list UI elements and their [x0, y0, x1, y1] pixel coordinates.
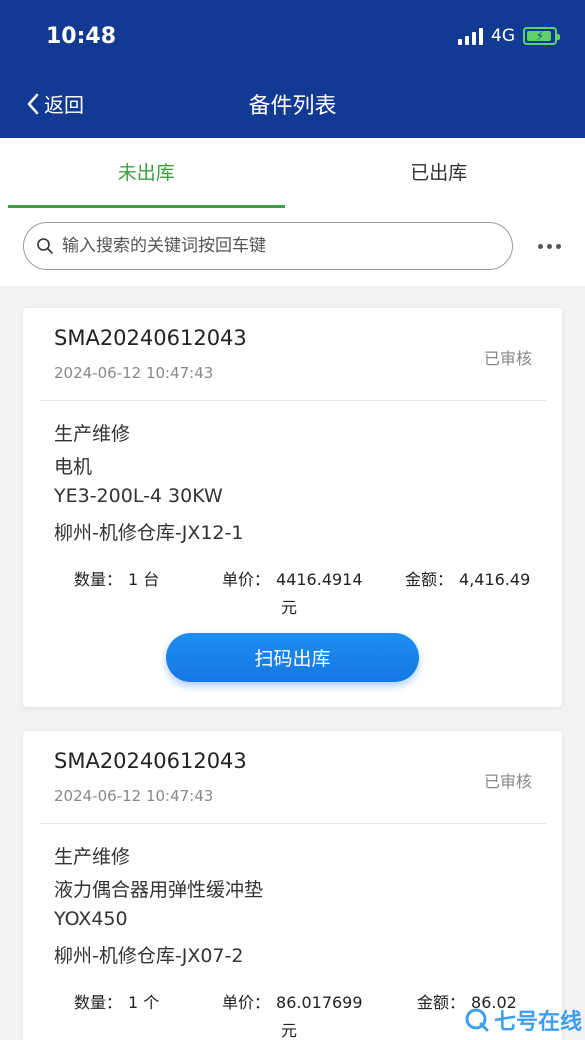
price-unit: 元: [281, 1021, 298, 1040]
search-icon: [37, 238, 53, 254]
order-number: SMA20240612043: [54, 749, 247, 773]
item-name: 液力偶合器用弹性缓冲垫: [54, 879, 264, 901]
item-spec: YOX450: [54, 908, 128, 930]
tab-not-shipped[interactable]: 未出库: [0, 138, 293, 210]
unit-price: 单价： 86.017699: [222, 993, 363, 1012]
item-location: 柳州-机修仓库-JX12-1: [54, 522, 244, 544]
purpose-text: 生产维修: [54, 846, 131, 868]
tab-bar: 未出库 已出库: [0, 138, 585, 210]
item-name: 电机: [54, 456, 93, 478]
search-bar: [0, 210, 585, 286]
order-date: 2024-06-12 10:47:43: [54, 787, 214, 805]
status-time: 10:48: [46, 24, 117, 49]
divider: [39, 823, 546, 824]
unit-price: 单价： 4416.4914: [222, 570, 363, 589]
watermark-logo-icon: [465, 1008, 489, 1032]
amount: 金额： 4,416.49: [405, 570, 531, 589]
search-input[interactable]: [62, 236, 512, 256]
item-spec: YE3-200L-4 30KW: [54, 485, 223, 507]
item-location: 柳州-机修仓库-JX07-2: [54, 945, 244, 967]
quantity: 数量： 1 台: [74, 570, 160, 589]
status-badge: 已审核: [483, 772, 532, 791]
network-type: 4G: [491, 26, 515, 46]
watermark-text: 七号在线: [493, 1010, 582, 1035]
search-box[interactable]: [23, 222, 513, 270]
status-icons: 4G ⚡: [458, 26, 560, 46]
status-badge: 已审核: [483, 349, 532, 368]
cellular-signal-icon: [458, 27, 483, 45]
watermark: 七号在线: [464, 1004, 582, 1036]
purpose-text: 生产维修: [54, 423, 131, 445]
page-title: 备件列表: [248, 94, 337, 119]
order-card[interactable]: SMA20240612043 2024-06-12 10:47:43 已审核 生…: [23, 731, 562, 1040]
scan-out-button[interactable]: 扫码出库: [166, 633, 419, 682]
quantity: 数量： 1 个: [74, 993, 160, 1012]
battery-charging-icon: ⚡: [523, 27, 560, 45]
more-dots-icon[interactable]: [538, 244, 561, 249]
price-unit: 元: [281, 598, 298, 617]
order-number: SMA20240612043: [54, 326, 247, 350]
divider: [39, 400, 546, 401]
tab-shipped[interactable]: 已出库: [293, 138, 585, 210]
header: 10:48 4G ⚡ 返回 备件列表: [0, 0, 585, 138]
order-card[interactable]: SMA20240612043 2024-06-12 10:47:43 已审核 生…: [23, 308, 562, 707]
order-date: 2024-06-12 10:47:43: [54, 364, 214, 382]
